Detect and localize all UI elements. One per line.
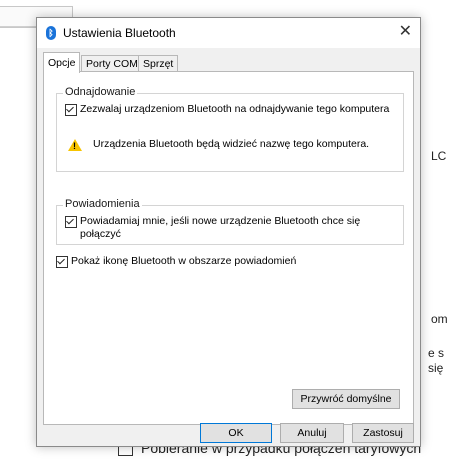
bluetooth-settings-dialog: ᛒ Ustawienia Bluetooth ✕ Opcje Porty COM… bbox=[36, 17, 421, 447]
allow-discovery-option[interactable]: Zezwalaj urządzeniom Bluetooth na odnajd… bbox=[65, 103, 395, 116]
background-text-fragment: się bbox=[428, 361, 444, 375]
notifications-group: Powiadomienia Powiadamiaj mnie, jeśli no… bbox=[56, 198, 404, 245]
background-divider bbox=[0, 26, 36, 27]
notify-new-device-label: Powiadamiaj mnie, jeśli nowe urządzenie … bbox=[80, 215, 361, 240]
cancel-button[interactable]: Anuluj bbox=[280, 423, 344, 443]
discovery-group-title: Odnajdowanie bbox=[63, 86, 138, 98]
tab-com-ports[interactable]: Porty COM bbox=[81, 55, 143, 72]
tab-hardware[interactable]: Sprzęt bbox=[138, 55, 179, 72]
background-text-fragment: e s bbox=[428, 346, 445, 360]
tab-options[interactable]: Opcje bbox=[43, 52, 81, 73]
background-text-fragment: om bbox=[431, 312, 448, 326]
options-panel: Odnajdowanie Zezwalaj urządzeniom Blueto… bbox=[43, 71, 414, 425]
restore-defaults-button[interactable]: Przywróć domyślne bbox=[292, 389, 400, 409]
background-text-fragment: LC bbox=[431, 149, 447, 163]
show-bluetooth-icon-checkbox[interactable] bbox=[56, 256, 68, 268]
show-bluetooth-icon-option[interactable]: Pokaż ikonę Bluetooth w obszarze powiado… bbox=[56, 255, 402, 268]
ok-button[interactable]: OK bbox=[200, 423, 272, 443]
close-button[interactable]: ✕ bbox=[399, 22, 412, 42]
discovery-group: Odnajdowanie Zezwalaj urządzeniom Blueto… bbox=[56, 86, 404, 172]
dialog-title: Ustawienia Bluetooth bbox=[63, 26, 176, 40]
title-bar: ᛒ Ustawienia Bluetooth ✕ bbox=[37, 18, 420, 48]
bluetooth-icon: ᛒ bbox=[46, 26, 56, 40]
notify-new-device-checkbox[interactable] bbox=[65, 216, 77, 228]
notify-new-device-option[interactable]: Powiadamiaj mnie, jeśli nowe urządzenie … bbox=[65, 215, 395, 241]
allow-discovery-checkbox[interactable] bbox=[65, 104, 77, 116]
show-bluetooth-icon-label: Pokaż ikonę Bluetooth w obszarze powiado… bbox=[71, 255, 297, 267]
apply-button[interactable]: Zastosuj bbox=[352, 423, 414, 443]
allow-discovery-label: Zezwalaj urządzeniom Bluetooth na odnajd… bbox=[80, 103, 390, 115]
notifications-group-title: Powiadomienia bbox=[63, 198, 142, 210]
warning-text: Urządzenia Bluetooth będą widzieć nazwę … bbox=[93, 138, 370, 150]
